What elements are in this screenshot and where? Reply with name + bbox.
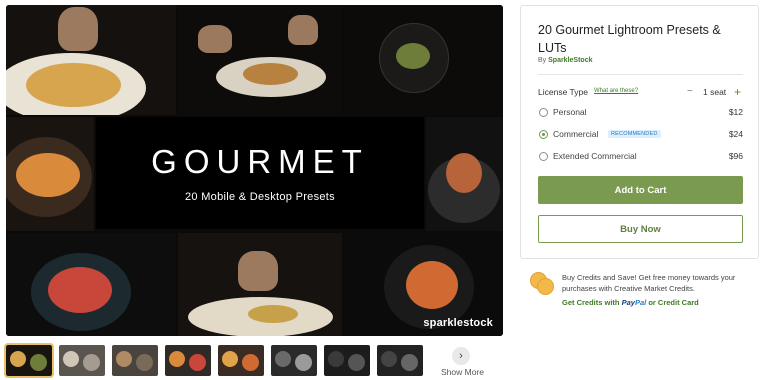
product-preview-image[interactable]: GOURMET 20 Mobile & Desktop Presets spar… <box>6 5 503 336</box>
license-option-extended-commercial[interactable]: Extended Commercial $96 <box>538 151 743 165</box>
radio-personal[interactable] <box>539 108 548 117</box>
banner-subtitle: 20 Mobile & Desktop Presets <box>185 191 335 203</box>
photo-tower-dish <box>426 117 503 231</box>
radio-extended-commercial[interactable] <box>539 152 548 161</box>
option-price: $12 <box>728 107 743 117</box>
banner-title: GOURMET <box>151 143 369 180</box>
get-credits-link[interactable]: Get Credits with PayPal or Credit Card <box>562 298 699 307</box>
get-credits-prefix: Get Credits with <box>562 298 620 307</box>
quantity-minus-button[interactable]: − <box>687 86 693 97</box>
license-option-commercial[interactable]: Commercial RECOMMENDED $24 <box>538 129 743 143</box>
option-price: $96 <box>728 151 743 161</box>
license-option-personal[interactable]: Personal $12 <box>538 107 743 121</box>
buy-now-button[interactable]: Buy Now <box>538 215 743 243</box>
photo-plating-hands <box>178 5 342 115</box>
add-to-cart-button[interactable]: Add to Cart <box>538 176 743 204</box>
paypal-logo-pay: Pay <box>621 298 635 307</box>
coins-icon <box>530 272 556 296</box>
option-label: Extended Commercial <box>553 151 637 161</box>
thumbnail-2[interactable] <box>59 345 105 376</box>
thumbnail-1[interactable] <box>4 343 54 378</box>
get-credits-suffix: or Credit Card <box>648 298 699 307</box>
license-type-row: License Type What are these? − 1 seat + <box>538 85 743 99</box>
quantity-value: 1 seat <box>703 87 727 97</box>
preset-title-banner: GOURMET 20 Mobile & Desktop Presets <box>96 117 424 229</box>
byline-prefix: By <box>538 57 547 64</box>
option-label: Personal <box>553 107 587 117</box>
product-title: 20 Gourmet Lightroom Presets & LUTs <box>538 23 721 55</box>
thumbnail-7[interactable] <box>324 345 370 376</box>
author-link[interactable]: SparkleStock <box>548 57 592 64</box>
photo-salmon-dish <box>6 117 94 231</box>
purchase-panel: 20 Gourmet Lightroom Presets & LUTs By S… <box>520 5 759 259</box>
thumbnail-5[interactable] <box>218 345 264 376</box>
what-are-these-link[interactable]: What are these? <box>594 88 638 94</box>
photo-pasta-plate <box>6 5 176 115</box>
thumbnail-6[interactable] <box>271 345 317 376</box>
thumbnail-8[interactable] <box>377 345 423 376</box>
brand-watermark: sparklestock <box>423 317 493 329</box>
credits-promo-text: Buy Credits and Save! Get free money tow… <box>562 273 736 293</box>
divider <box>538 74 743 75</box>
paypal-logo-pal: Pal <box>634 298 647 307</box>
chevron-right-icon[interactable]: › <box>452 347 470 365</box>
show-more-link[interactable]: Show More <box>441 367 484 377</box>
photo-chef-plating <box>178 233 342 336</box>
radio-commercial[interactable] <box>539 130 548 139</box>
photo-seafood-plate <box>6 233 176 336</box>
thumbnail-4[interactable] <box>165 345 211 376</box>
recommended-badge: RECOMMENDED <box>608 130 661 138</box>
license-type-label: License Type <box>538 87 588 97</box>
option-price: $24 <box>728 129 743 139</box>
option-label: Commercial <box>553 129 599 139</box>
thumbnail-3[interactable] <box>112 345 158 376</box>
author-byline: By SparkleStock <box>538 57 592 64</box>
photo-dark-dish <box>344 5 503 115</box>
quantity-plus-button[interactable]: + <box>734 85 741 99</box>
